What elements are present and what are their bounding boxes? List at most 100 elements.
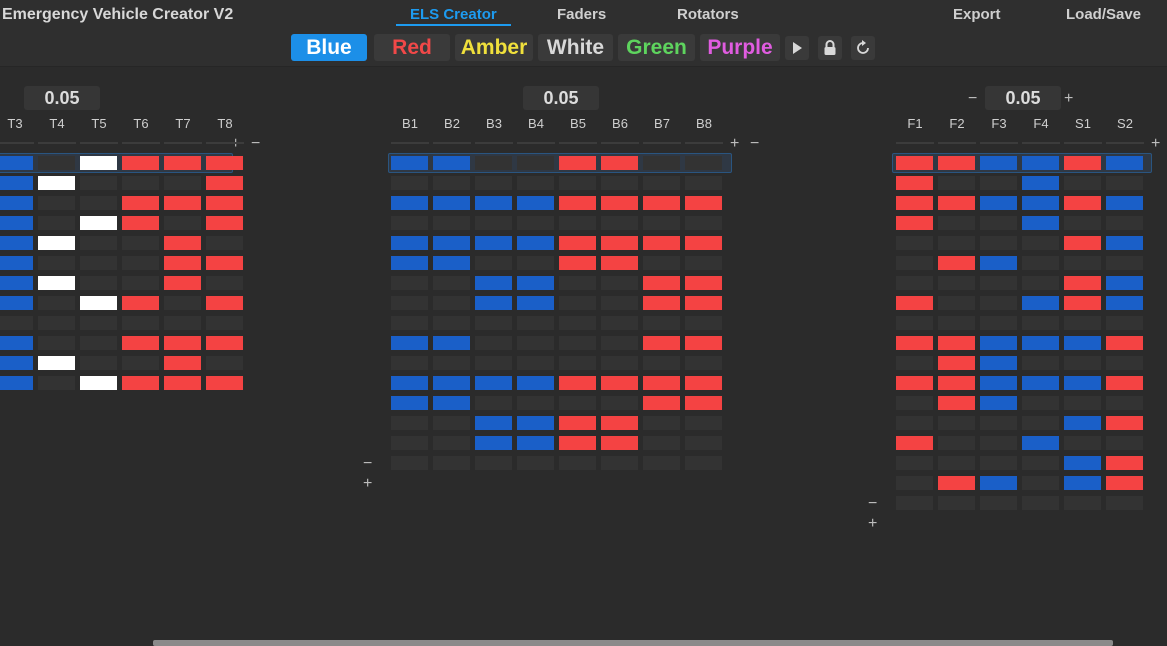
light-cell[interactable] [122,156,159,170]
light-cell[interactable] [206,336,243,350]
increase-duration-button-f[interactable]: + [1064,91,1073,107]
color-amber-button[interactable]: Amber [455,34,533,61]
light-cell[interactable] [601,456,638,470]
light-cell[interactable] [1022,376,1059,390]
light-cell[interactable] [1064,236,1101,250]
light-cell[interactable] [517,156,554,170]
light-cell[interactable] [896,436,933,450]
light-cell[interactable] [80,316,117,330]
light-cell[interactable] [559,276,596,290]
column-header[interactable]: T7 [164,116,202,131]
light-cell[interactable] [122,236,159,250]
light-cell[interactable] [433,376,470,390]
light-cell[interactable] [980,436,1017,450]
light-cell[interactable] [80,236,117,250]
light-cell[interactable] [1106,196,1143,210]
light-cell[interactable] [643,256,680,270]
light-cell[interactable] [164,376,201,390]
light-cell[interactable] [685,336,722,350]
light-cell[interactable] [0,296,33,310]
light-cell[interactable] [1022,256,1059,270]
light-cell[interactable] [685,176,722,190]
light-cell[interactable] [685,296,722,310]
light-cell[interactable] [475,276,512,290]
light-cell[interactable] [643,336,680,350]
light-cell[interactable] [559,376,596,390]
column-header[interactable]: B7 [643,116,681,131]
light-cell[interactable] [1022,196,1059,210]
light-cell[interactable] [938,476,975,490]
light-cell[interactable] [433,396,470,410]
light-cell[interactable] [433,336,470,350]
light-cell[interactable] [938,416,975,430]
light-cell[interactable] [1106,436,1143,450]
light-cell[interactable] [391,356,428,370]
light-cell[interactable] [980,256,1017,270]
light-cell[interactable] [122,336,159,350]
light-cell[interactable] [1106,496,1143,510]
column-header[interactable]: F4 [1022,116,1060,131]
light-cell[interactable] [164,196,201,210]
light-cell[interactable] [517,316,554,330]
light-cell[interactable] [1064,336,1101,350]
light-cell[interactable] [80,216,117,230]
light-cell[interactable] [517,456,554,470]
light-cell[interactable] [685,436,722,450]
light-cell[interactable] [559,256,596,270]
light-cell[interactable] [122,216,159,230]
light-cell[interactable] [559,416,596,430]
light-cell[interactable] [164,216,201,230]
light-cell[interactable] [206,256,243,270]
light-cell[interactable] [896,476,933,490]
add-column-button-t[interactable]: + [231,136,240,152]
column-header[interactable]: F2 [938,116,976,131]
column-header[interactable]: S1 [1064,116,1102,131]
light-cell[interactable] [685,376,722,390]
light-cell[interactable] [0,216,33,230]
light-cell[interactable] [643,156,680,170]
light-cell[interactable] [685,216,722,230]
horizontal-scrollbar[interactable] [153,640,1113,646]
light-cell[interactable] [38,196,75,210]
light-cell[interactable] [980,496,1017,510]
refresh-button[interactable] [851,36,875,60]
light-cell[interactable] [938,216,975,230]
light-cell[interactable] [643,176,680,190]
light-cell[interactable] [391,396,428,410]
color-blue-button[interactable]: Blue [291,34,367,61]
light-cell[interactable] [896,456,933,470]
light-cell[interactable] [1064,356,1101,370]
light-cell[interactable] [433,416,470,430]
light-cell[interactable] [643,316,680,330]
light-cell[interactable] [433,276,470,290]
light-cell[interactable] [980,216,1017,230]
light-cell[interactable] [164,156,201,170]
light-cell[interactable] [0,276,33,290]
add-column-button-b[interactable]: + [730,136,739,152]
light-cell[interactable] [938,456,975,470]
light-cell[interactable] [938,176,975,190]
decrease-duration-button-f[interactable]: − [968,91,977,107]
light-cell[interactable] [206,356,243,370]
light-cell[interactable] [475,376,512,390]
column-header[interactable]: F3 [980,116,1018,131]
light-cell[interactable] [122,256,159,270]
light-cell[interactable] [0,256,33,270]
light-cell[interactable] [164,336,201,350]
column-header[interactable]: T5 [80,116,118,131]
light-cell[interactable] [980,296,1017,310]
light-cell[interactable] [80,256,117,270]
add-row-button-f[interactable]: + [868,516,877,532]
light-cell[interactable] [1022,236,1059,250]
light-cell[interactable] [896,416,933,430]
light-cell[interactable] [475,416,512,430]
light-cell[interactable] [517,436,554,450]
light-cell[interactable] [896,376,933,390]
light-cell[interactable] [433,296,470,310]
light-cell[interactable] [980,376,1017,390]
light-cell[interactable] [938,396,975,410]
light-cell[interactable] [391,256,428,270]
light-cell[interactable] [517,256,554,270]
light-cell[interactable] [643,236,680,250]
light-cell[interactable] [1064,456,1101,470]
